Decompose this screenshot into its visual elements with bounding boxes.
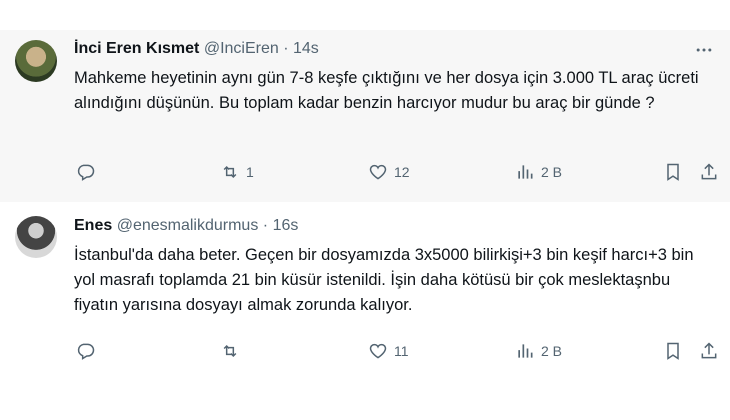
more-options-button[interactable] [694, 40, 714, 65]
author-handle[interactable]: @InciEren [204, 40, 279, 57]
avatar[interactable] [15, 216, 57, 258]
bookmark-icon [667, 163, 679, 181]
like-button[interactable]: 11 [368, 341, 409, 361]
views-count: 2 B [541, 343, 563, 359]
tweet-time[interactable]: 16s [273, 217, 299, 234]
views-count: 2 B [541, 164, 563, 180]
retweet-button[interactable] [220, 341, 246, 361]
action-bar: 1 12 2 B [74, 162, 718, 186]
share-icon [701, 163, 717, 180]
bookmark-button[interactable] [663, 162, 683, 182]
retweet-icon [223, 344, 237, 358]
heart-icon [369, 164, 387, 180]
action-bar: 11 2 B [74, 341, 718, 365]
more-horizontal-icon [696, 48, 712, 52]
views-chart-icon [518, 165, 533, 179]
tweet-time[interactable]: 14s [293, 40, 319, 57]
author-name[interactable]: İnci Eren Kısmet [74, 40, 199, 57]
separator-dot: · [283, 40, 289, 57]
heart-icon [369, 343, 387, 359]
like-count: 12 [394, 164, 410, 180]
tweet-text: İstanbul'da daha beter. Geçen bir dosyam… [74, 246, 694, 314]
share-button[interactable] [699, 162, 719, 182]
views-chart-icon [518, 344, 533, 358]
author-name[interactable]: Enes [74, 217, 112, 234]
reply-button[interactable] [76, 162, 96, 182]
tweet-text: Mahkeme heyetinin aynı gün 7-8 keşfe çık… [74, 69, 699, 112]
reply-icon [77, 164, 95, 181]
views-button[interactable]: 2 B [515, 162, 562, 182]
author-handle[interactable]: @enesmalikdurmus [117, 217, 259, 234]
tweet[interactable]: İnci Eren Kısmet @InciEren · 14s Mahkeme… [0, 30, 730, 202]
tweet[interactable]: Enes @enesmalikdurmus · 16s İstanbul'da … [0, 207, 730, 420]
bookmark-button[interactable] [663, 341, 683, 361]
share-button[interactable] [699, 341, 719, 361]
avatar[interactable] [15, 40, 57, 82]
reply-icon [77, 343, 95, 360]
like-button[interactable]: 12 [368, 162, 410, 182]
retweet-count: 1 [246, 164, 254, 180]
views-button[interactable]: 2 B [515, 341, 562, 361]
retweet-icon [223, 165, 237, 179]
tweet-header: İnci Eren Kısmet @InciEren · 14s [74, 40, 319, 58]
share-icon [701, 342, 717, 359]
like-count: 11 [394, 343, 409, 359]
tweet-header: Enes @enesmalikdurmus · 16s [74, 217, 298, 235]
reply-button[interactable] [76, 341, 96, 361]
retweet-button[interactable]: 1 [220, 162, 254, 182]
separator-dot: · [262, 217, 269, 234]
bookmark-icon [667, 342, 679, 360]
